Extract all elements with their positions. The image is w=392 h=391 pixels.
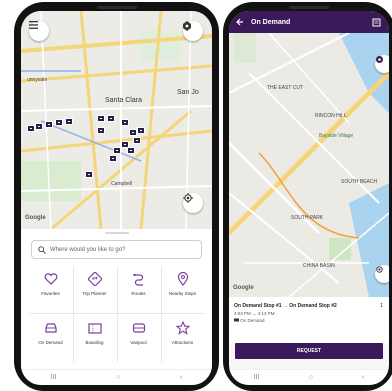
- drag-handle[interactable]: [105, 232, 129, 234]
- system-nav-bar: III ○ ‹: [21, 369, 212, 385]
- tile-label: Favorites: [41, 291, 60, 296]
- map-label-china-basin: CHINA BASIN: [303, 263, 335, 269]
- recent-apps-button[interactable]: III: [51, 374, 57, 381]
- menu-icon: [29, 21, 38, 29]
- locate-button[interactable]: [375, 265, 389, 283]
- tile-on-demand[interactable]: On Demand: [29, 315, 72, 361]
- settings-icon: [183, 21, 191, 31]
- transit-map[interactable]: unnyvale Santa Clara San Jo Campbell Goo…: [21, 11, 212, 229]
- search-input[interactable]: Where would you like to go?: [31, 240, 202, 259]
- transit-stop-pin[interactable]: [113, 147, 121, 154]
- car-icon: [43, 320, 59, 336]
- bottom-panel: Where would you like to go? Favorites Tr…: [21, 229, 212, 369]
- map-label-sunnyvale: unnyvale: [27, 77, 48, 83]
- transit-stop-pin[interactable]: [109, 155, 117, 162]
- transit-stop-pin[interactable]: [35, 123, 43, 130]
- transit-stop-pin[interactable]: [97, 127, 105, 134]
- tile-routes[interactable]: Routes: [117, 266, 160, 312]
- tile-label: On Demand: [38, 340, 63, 345]
- google-logo: Google: [233, 285, 254, 291]
- transit-stop-pin[interactable]: [55, 119, 63, 126]
- tile-label: Trip Planner: [82, 291, 107, 296]
- transit-stop-pin[interactable]: [121, 119, 129, 126]
- right-phone: On Demand THE EAST CUT RINCON HILL Baysi…: [223, 2, 392, 391]
- request-button[interactable]: REQUEST: [235, 343, 383, 359]
- transit-stop-pin[interactable]: [65, 118, 73, 125]
- map-label-bayside-village: Bayside Village: [319, 133, 354, 139]
- star-icon: [175, 320, 191, 336]
- map-label-rincon-hill: RINCON HILL: [315, 113, 347, 119]
- transit-stop-pin[interactable]: [107, 115, 115, 122]
- filter-icon[interactable]: [372, 18, 381, 27]
- car-icon: [234, 318, 239, 322]
- tile-attractions[interactable]: Attractions: [161, 315, 204, 361]
- menu-button[interactable]: [29, 21, 49, 41]
- tile-nearby-stops[interactable]: Nearby Stops: [161, 266, 204, 312]
- transit-stop-pin[interactable]: [97, 115, 105, 122]
- map-label-east-cut: THE EAST CUT: [267, 85, 304, 91]
- tile-boarding[interactable]: Boarding: [73, 315, 116, 361]
- transit-stop-pin[interactable]: [129, 129, 137, 136]
- trip-planner-icon: [87, 271, 103, 287]
- tile-label: Nearby Stops: [168, 291, 197, 296]
- map-layers-button[interactable]: [375, 55, 389, 73]
- page-title: On Demand: [251, 18, 291, 26]
- trip-route-title: On Demand Stop #1 → On Demand Stop #2: [234, 303, 337, 309]
- trip-service: On Demand: [234, 318, 384, 323]
- google-logo: Google: [25, 215, 46, 221]
- transit-stop-pin[interactable]: [85, 171, 93, 178]
- map-label-santa-clara: Santa Clara: [105, 97, 142, 104]
- back-button[interactable]: ‹: [362, 374, 364, 381]
- transit-stop-pin[interactable]: [137, 127, 145, 134]
- tile-label: Boarding: [85, 340, 104, 345]
- back-arrow-icon[interactable]: [235, 17, 245, 27]
- ticket-icon: [87, 320, 103, 336]
- trip-time: 4:03 PM → 4:13 PM: [234, 311, 275, 316]
- right-screen: On Demand THE EAST CUT RINCON HILL Baysi…: [229, 11, 389, 385]
- on-demand-map[interactable]: THE EAST CUT RINCON HILL Bayside Village…: [229, 33, 389, 297]
- transit-stop-pin[interactable]: [45, 121, 53, 128]
- locate-icon: [376, 266, 383, 273]
- settings-button[interactable]: [183, 21, 203, 41]
- header-bar: On Demand: [229, 11, 389, 33]
- transit-stop-pin[interactable]: [27, 125, 35, 132]
- locate-button[interactable]: [183, 193, 203, 213]
- tile-vanpool[interactable]: Vanpool: [117, 315, 160, 361]
- transit-stop-pin[interactable]: [133, 137, 141, 144]
- tile-label: Vanpool: [130, 340, 147, 345]
- tile-label: Attractions: [171, 340, 194, 345]
- recent-apps-button[interactable]: III: [254, 374, 260, 381]
- tile-trip-planner[interactable]: Trip Planner: [73, 266, 116, 312]
- home-button[interactable]: ○: [116, 374, 120, 381]
- my-location-icon: [376, 56, 383, 63]
- passenger-count: 1: [380, 303, 383, 309]
- map-label-san-jose: San Jo: [177, 89, 199, 96]
- location-pin-icon: [175, 271, 191, 287]
- back-button[interactable]: ‹: [180, 374, 182, 381]
- map-label-south-beach: SOUTH BEACH: [341, 179, 378, 185]
- van-icon: [131, 320, 147, 336]
- phone-sensor: [96, 6, 137, 9]
- transit-stop-pin[interactable]: [127, 147, 135, 154]
- trip-summary[interactable]: On Demand Stop #1 → On Demand Stop #2 1 …: [229, 297, 389, 343]
- trip-service-label: On Demand: [240, 318, 265, 323]
- heart-icon: [43, 271, 59, 287]
- map-roads: [229, 33, 389, 297]
- left-phone: unnyvale Santa Clara San Jo Campbell Goo…: [14, 2, 219, 391]
- stage: unnyvale Santa Clara San Jo Campbell Goo…: [0, 0, 392, 391]
- locate-icon: [183, 193, 193, 203]
- routes-icon: [131, 271, 147, 287]
- phone-sensor: [289, 6, 329, 9]
- left-screen: unnyvale Santa Clara San Jo Campbell Goo…: [21, 11, 212, 385]
- tile-favorites[interactable]: Favorites: [29, 266, 72, 312]
- search-icon: [38, 245, 46, 254]
- map-label-south-park: SOUTH PARK: [291, 215, 324, 221]
- system-nav-bar: III ○ ‹: [229, 369, 389, 385]
- search-placeholder: Where would you like to go?: [50, 246, 126, 253]
- tile-label: Routes: [131, 291, 146, 296]
- home-button[interactable]: ○: [309, 374, 313, 381]
- map-label-campbell: Campbell: [111, 181, 133, 187]
